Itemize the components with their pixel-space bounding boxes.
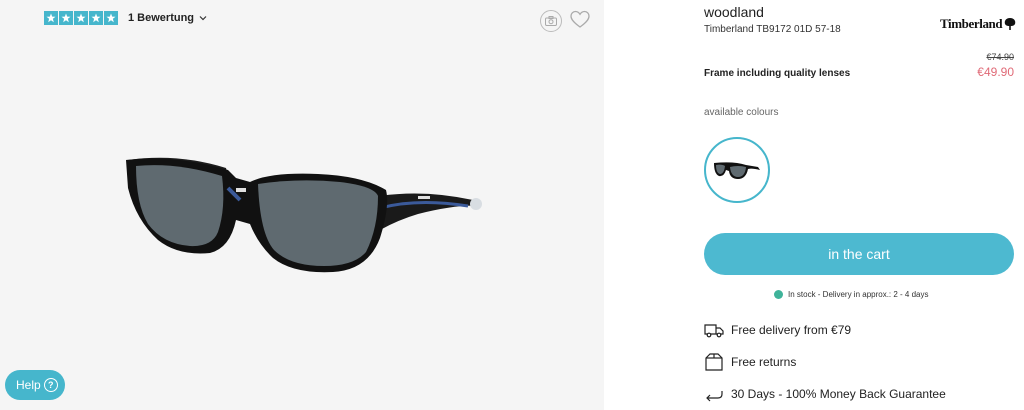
star-icon (44, 11, 58, 25)
star-icon (74, 11, 88, 25)
feature-text: Free returns (731, 355, 797, 369)
colours-label: available colours (704, 107, 779, 118)
product-details: woodland Timberland TB9172 01D 57-18 Tim… (704, 0, 1016, 410)
question-icon: ? (43, 378, 58, 392)
brand-logo[interactable]: Timberland (940, 16, 1017, 32)
colour-swatch[interactable] (704, 137, 770, 203)
brand-logo-text: Timberland (940, 16, 1003, 31)
help-button[interactable]: Help ? (5, 370, 65, 400)
heart-icon[interactable] (570, 10, 590, 30)
stock-dot-icon (774, 290, 783, 299)
old-price: €74.90 (986, 52, 1014, 62)
frame-label: Frame including quality lenses (704, 68, 851, 79)
product-model: Timberland TB9172 01D 57-18 (704, 24, 841, 35)
product-name: woodland (704, 4, 764, 20)
star-icon (104, 11, 118, 25)
box-icon (705, 353, 723, 371)
feature-money-back: 30 Days - 100% Money Back Guarantee (704, 385, 946, 403)
feature-free-returns: Free returns (704, 353, 796, 371)
rating-widget[interactable]: 1 Bewertung (44, 11, 207, 25)
stock-status: In stock - Delivery in approx.: 2 - 4 da… (774, 290, 929, 299)
stock-text: In stock - Delivery in approx.: 2 - 4 da… (788, 290, 929, 299)
feature-free-delivery: Free delivery from €79 (704, 321, 851, 339)
feature-text: 30 Days - 100% Money Back Guarantee (731, 387, 946, 401)
star-rating (44, 11, 118, 25)
sunglasses-image (126, 157, 482, 273)
star-icon (59, 11, 73, 25)
sunglasses-thumbnail (714, 162, 760, 179)
chevron-down-icon (199, 16, 207, 21)
add-to-cart-button[interactable]: in the cart (704, 233, 1014, 275)
rating-count: 1 Bewertung (128, 12, 195, 24)
truck-icon (704, 324, 724, 338)
help-label: Help (16, 378, 41, 392)
product-gallery: 1 Bewertung Help ? (0, 0, 604, 410)
feature-text: Free delivery from €79 (731, 323, 852, 337)
star-icon (89, 11, 103, 25)
return-arrow-icon (706, 391, 723, 402)
sale-price: €49.90 (977, 65, 1014, 79)
camera-icon[interactable] (540, 10, 562, 32)
tree-icon (1004, 18, 1016, 30)
